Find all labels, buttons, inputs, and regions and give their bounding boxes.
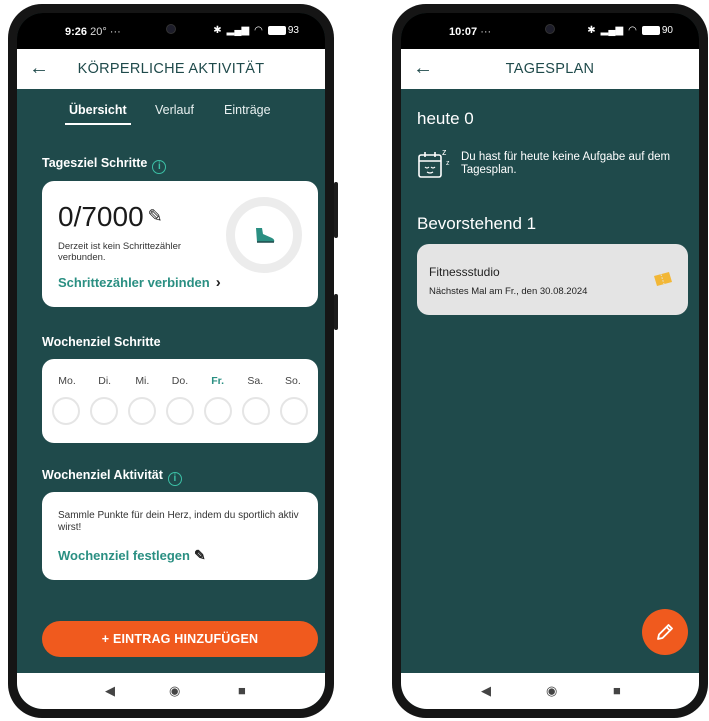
bluetooth-icon: ✱ bbox=[587, 25, 596, 36]
day-progress-circles bbox=[52, 397, 308, 425]
step-count: 0/7000 ✎ bbox=[58, 201, 163, 232]
day-circle bbox=[128, 397, 156, 425]
daily-goal-heading: Tagesziel Schritte i bbox=[42, 156, 167, 174]
day-circle bbox=[204, 397, 232, 425]
status-time: 10:07 bbox=[449, 26, 478, 38]
app-bar: ← KÖRPERLICHE AKTIVITÄT bbox=[17, 49, 325, 89]
weekly-activity-heading: Wochenziel Aktivität i bbox=[42, 468, 182, 486]
status-bar: 10:07 ··· ✱ ▂▄▆ ◠ 90 bbox=[401, 13, 699, 49]
svg-text:z: z bbox=[446, 160, 450, 167]
day-sa: Sa. bbox=[247, 375, 264, 387]
front-camera bbox=[545, 24, 555, 34]
shoe-icon bbox=[256, 228, 275, 243]
info-icon[interactable]: i bbox=[152, 160, 167, 174]
task-card[interactable]: Fitnessstudio Nächstes Mal am Fr., den 3… bbox=[417, 244, 688, 315]
chevron-right-icon: › bbox=[215, 274, 221, 291]
app-bar: ← TAGESPLAN bbox=[401, 49, 699, 89]
day-circle bbox=[166, 397, 194, 425]
nav-back-icon[interactable]: ◀ bbox=[481, 683, 491, 699]
calendar-sleep-icon: z z bbox=[418, 147, 450, 178]
day-circle bbox=[280, 397, 308, 425]
add-entry-button[interactable]: + EINTRAG HINZUFÜGEN bbox=[42, 621, 318, 657]
ticket-icon bbox=[654, 272, 672, 286]
left-phone: 9:26 20° ··· ✱ ▂▄▆ ◠ 93 ← KÖRPERLICHE AK… bbox=[8, 4, 338, 718]
pedometer-note: Derzeit ist kein Schrittezähler verbunde… bbox=[58, 241, 182, 263]
day-di: Di. bbox=[98, 375, 112, 387]
bluetooth-icon: ✱ bbox=[213, 25, 222, 36]
progress-ring bbox=[226, 197, 302, 273]
connect-pedometer-link[interactable]: Schrittezähler verbinden › bbox=[58, 274, 221, 291]
battery-icon: 90 bbox=[641, 25, 673, 36]
system-nav-bar: ◀ ◉ ■ bbox=[17, 673, 325, 709]
day-mo: Mo. bbox=[58, 375, 76, 387]
status-time: 9:26 bbox=[65, 26, 88, 38]
left-screen: 9:26 20° ··· ✱ ▂▄▆ ◠ 93 ← KÖRPERLICHE AK… bbox=[17, 13, 325, 709]
pencil-icon[interactable]: ✎ bbox=[148, 206, 163, 227]
page-title: KÖRPERLICHE AKTIVITÄT bbox=[77, 61, 265, 77]
page-title: TAGESPLAN bbox=[505, 61, 595, 77]
day-fr: Fr. bbox=[211, 375, 225, 387]
stage: 9:26 20° ··· ✱ ▂▄▆ ◠ 93 ← KÖRPERLICHE AK… bbox=[0, 0, 709, 721]
nav-home-icon[interactable]: ◉ bbox=[169, 683, 180, 699]
upcoming-heading: Bevorstehend 1 bbox=[417, 214, 537, 233]
weekly-steps-heading: Wochenziel Schritte bbox=[42, 335, 161, 349]
right-screen: 10:07 ··· ✱ ▂▄▆ ◠ 90 ← TAGESPLAN heute 0 bbox=[401, 13, 699, 709]
upcoming-count: 1 bbox=[526, 214, 537, 233]
nav-recents-icon[interactable]: ■ bbox=[238, 683, 246, 698]
nav-recents-icon[interactable]: ■ bbox=[613, 683, 621, 698]
day-do: Do. bbox=[171, 375, 189, 387]
weekly-activity-card: Sammle Punkte für dein Herz, indem du sp… bbox=[42, 492, 318, 580]
tab-history[interactable]: Verlauf bbox=[155, 103, 194, 117]
wifi-icon: ◠ bbox=[254, 25, 263, 36]
signal-icon: ▂▄▆ bbox=[226, 25, 250, 36]
task-date: Nächstes Mal am Fr., den 30.08.2024 bbox=[429, 286, 588, 297]
pencil-icon bbox=[657, 624, 673, 640]
nav-home-icon[interactable]: ◉ bbox=[546, 683, 557, 699]
wifi-icon: ◠ bbox=[628, 25, 637, 36]
pencil-icon: ✎ bbox=[193, 547, 206, 563]
status-bar: 9:26 20° ··· ✱ ▂▄▆ ◠ 93 bbox=[17, 13, 325, 49]
info-icon[interactable]: i bbox=[167, 472, 182, 486]
set-weekly-goal-link[interactable]: Wochenziel festlegen ✎ bbox=[58, 547, 206, 564]
today-count: 0 bbox=[464, 109, 474, 128]
signal-icon: ▂▄▆ bbox=[600, 25, 624, 36]
tab-entries[interactable]: Einträge bbox=[224, 103, 271, 117]
tab-bar: Übersicht Verlauf Einträge bbox=[17, 99, 325, 129]
svg-text:z: z bbox=[442, 147, 447, 157]
activity-note: Sammle Punkte für dein Herz, indem du sp… bbox=[58, 510, 299, 533]
task-name: Fitnessstudio bbox=[429, 265, 500, 279]
weekly-steps-card: Mo. Di. Mi. Do. Fr. Sa. So. bbox=[42, 359, 318, 443]
weekday-labels: Mo. Di. Mi. Do. Fr. Sa. So. bbox=[52, 375, 308, 387]
day-circle bbox=[90, 397, 118, 425]
tab-overview[interactable]: Übersicht bbox=[65, 103, 131, 125]
day-circle bbox=[242, 397, 270, 425]
edit-fab-button[interactable] bbox=[642, 609, 688, 655]
no-tasks-text: Du hast für heute keine Aufgabe auf dem … bbox=[461, 151, 671, 176]
day-so: So. bbox=[285, 375, 301, 387]
day-mi: Mi. bbox=[135, 375, 150, 387]
nav-back-icon[interactable]: ◀ bbox=[105, 683, 115, 699]
right-phone: 10:07 ··· ✱ ▂▄▆ ◠ 90 ← TAGESPLAN heute 0 bbox=[392, 4, 708, 718]
day-circle bbox=[52, 397, 80, 425]
daily-goal-card: 0/7000 ✎ Derzeit ist kein Schrittezähler … bbox=[42, 181, 318, 307]
system-nav-bar: ◀ ◉ ■ bbox=[401, 673, 699, 709]
front-camera bbox=[166, 24, 176, 34]
today-heading: heute 0 bbox=[417, 109, 474, 128]
battery-icon: 93 bbox=[267, 25, 299, 36]
